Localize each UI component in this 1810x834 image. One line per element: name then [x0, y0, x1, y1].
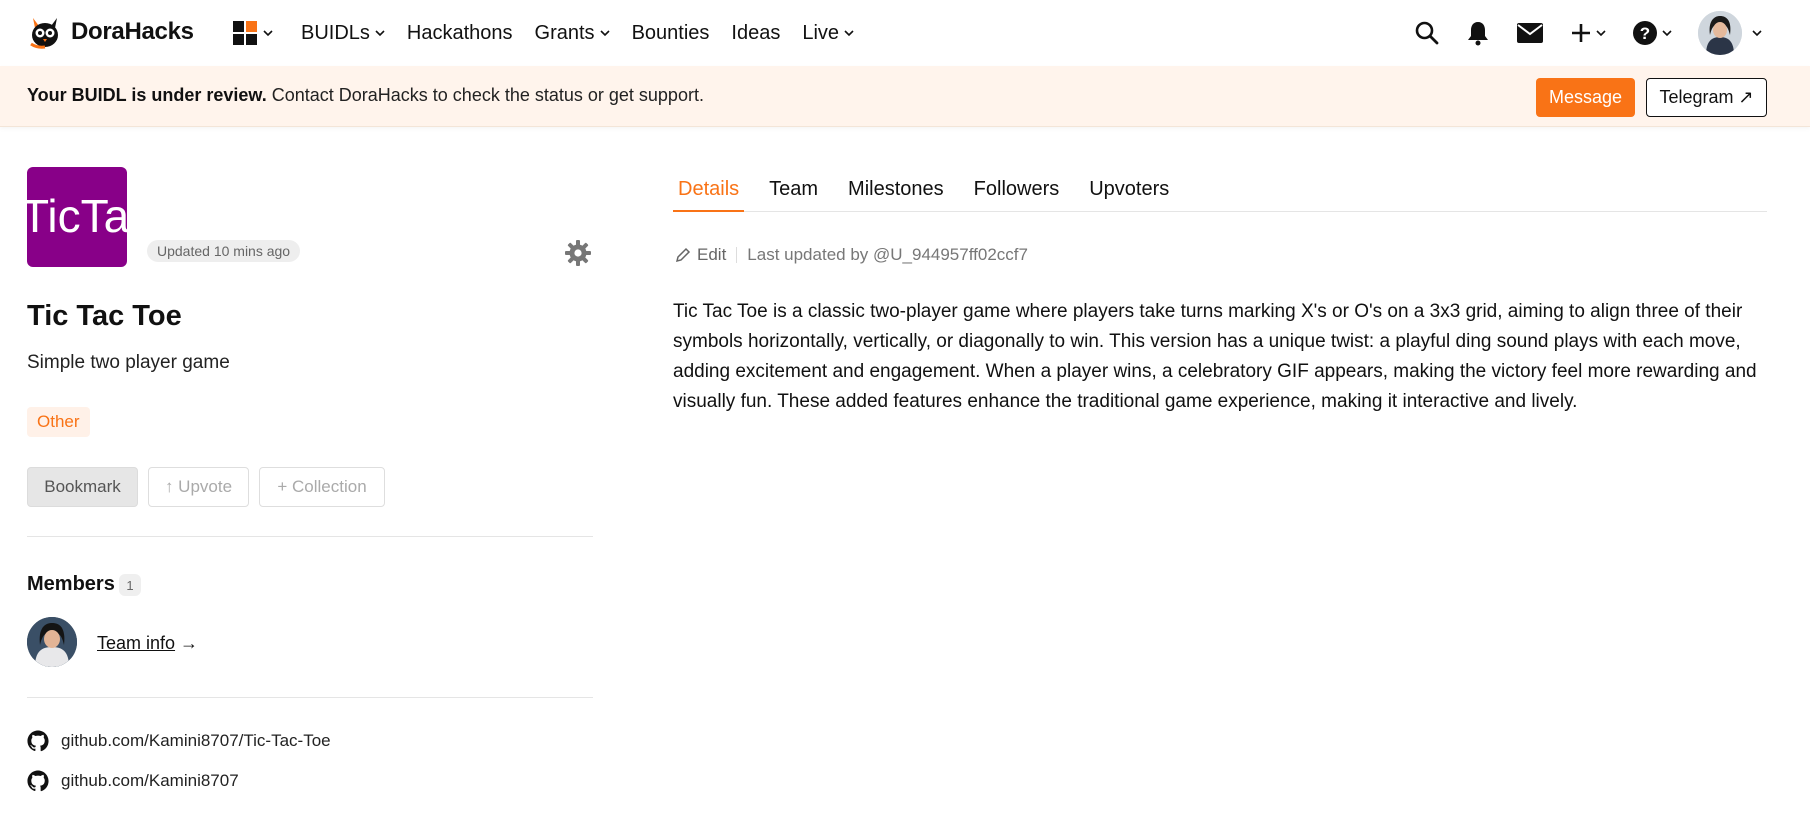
nav-ideas-label: Ideas: [731, 21, 781, 44]
detail-tabs: Details Team Milestones Followers Upvote…: [673, 170, 1767, 212]
svg-text:?: ?: [1640, 24, 1650, 43]
nav-buidls-label: BUIDLs: [301, 21, 370, 44]
nav-buidls[interactable]: BUIDLs: [301, 22, 385, 45]
chevron-down-icon: [1752, 30, 1762, 37]
project-logo: TicTac: [27, 167, 127, 267]
chevron-down-icon: [599, 30, 610, 37]
nav-live[interactable]: Live: [802, 22, 854, 45]
members-count-badge: 1: [119, 574, 141, 596]
nav-bounties[interactable]: Bounties: [632, 22, 710, 45]
tab-team[interactable]: Team: [764, 170, 823, 212]
updated-badge: Updated 10 mins ago: [147, 240, 301, 262]
banner-message: Your BUIDL is under review. Contact Dora…: [27, 85, 704, 106]
member-avatar[interactable]: [27, 617, 77, 667]
chevron-down-icon: [375, 30, 385, 37]
chevron-down-icon: [1662, 30, 1672, 37]
tab-followers[interactable]: Followers: [969, 170, 1065, 212]
github-profile-url: github.com/Kamini8707: [61, 771, 239, 790]
search-button[interactable]: [1414, 20, 1440, 46]
github-icon: [27, 730, 49, 752]
edit-label: Edit: [697, 245, 727, 264]
github-repo-url: github.com/Kamini8707/Tic-Tac-Toe: [61, 731, 331, 750]
members-heading: Members: [27, 573, 115, 595]
nav-actions: ?: [1414, 0, 1762, 66]
user-menu-button[interactable]: [1698, 11, 1762, 55]
project-tagline: Simple two player game: [27, 352, 230, 373]
help-menu-button[interactable]: ?: [1632, 20, 1672, 46]
banner-help-text: Contact DoraHacks to check the status or…: [266, 85, 704, 105]
nav-bounties-label: Bounties: [631, 21, 710, 44]
separator: [736, 247, 738, 263]
help-icon: ?: [1633, 21, 1657, 45]
chevron-down-icon: [1596, 30, 1606, 37]
nav-grants-label: Grants: [534, 21, 595, 44]
search-icon: [1415, 21, 1439, 45]
tab-upvoters[interactable]: Upvoters: [1084, 170, 1174, 212]
add-collection-button[interactable]: + Collection: [259, 467, 385, 507]
chevron-down-icon: [263, 30, 273, 37]
tab-milestones[interactable]: Milestones: [843, 170, 949, 212]
apps-grid-icon: [233, 21, 257, 45]
upvote-button[interactable]: ↑ Upvote: [148, 467, 249, 507]
settings-gear-icon[interactable]: [564, 239, 592, 267]
nav-ideas[interactable]: Ideas: [731, 22, 780, 45]
messages-button[interactable]: [1516, 22, 1544, 44]
main-nav: BUIDLs Hackathons Grants Bounties Ideas …: [233, 0, 876, 66]
team-info-link[interactable]: Team info →: [97, 633, 198, 654]
top-navigation: DoraHacks BUIDLs Hackathons Grants Bount…: [0, 0, 1810, 66]
bookmark-button[interactable]: Bookmark: [27, 467, 138, 507]
create-menu-button[interactable]: [1570, 22, 1606, 44]
divider: [27, 697, 593, 698]
project-description: Tic Tac Toe is a classic two-player game…: [673, 301, 1757, 412]
edit-button[interactable]: Edit: [675, 245, 726, 265]
plus-icon: [1572, 24, 1590, 42]
arrow-right-icon: →: [175, 633, 199, 653]
banner-status: Your BUIDL is under review.: [27, 85, 267, 105]
nav-live-label: Live: [802, 21, 840, 44]
pencil-icon: [675, 247, 691, 263]
nav-grants[interactable]: Grants: [535, 22, 610, 45]
tab-details[interactable]: Details: [673, 170, 745, 212]
apps-menu-button[interactable]: [233, 21, 273, 45]
nav-hackathons-label: Hackathons: [406, 21, 513, 44]
edit-row: Edit Last updated by @U_944957ff02ccf7: [675, 245, 1028, 265]
project-logo-text: TicTac: [27, 190, 127, 242]
divider: [27, 536, 593, 537]
dorahacks-logo-icon: [30, 18, 58, 49]
github-profile-link[interactable]: github.com/Kamini8707: [27, 770, 239, 792]
brand-name: DoraHacks: [71, 18, 194, 45]
project-title: Tic Tac Toe: [27, 300, 182, 332]
mail-icon: [1517, 23, 1543, 43]
last-updated-text: Last updated by @U_944957ff02ccf7: [747, 245, 1028, 264]
github-icon: [27, 770, 49, 792]
notifications-button[interactable]: [1466, 20, 1490, 46]
telegram-button[interactable]: Telegram ↗: [1646, 78, 1767, 117]
github-repo-link[interactable]: github.com/Kamini8707/Tic-Tac-Toe: [27, 730, 331, 752]
team-info-label: Team info: [97, 633, 176, 653]
avatar: [1698, 11, 1742, 55]
dorahacks-logo[interactable]: DoraHacks: [27, 14, 194, 50]
nav-hackathons[interactable]: Hackathons: [407, 22, 513, 45]
chevron-down-icon: [844, 30, 854, 37]
review-banner: Your BUIDL is under review. Contact Dora…: [0, 66, 1810, 127]
bell-icon: [1468, 22, 1488, 46]
category-tag[interactable]: Other: [27, 407, 90, 437]
message-button[interactable]: Message: [1536, 78, 1635, 117]
